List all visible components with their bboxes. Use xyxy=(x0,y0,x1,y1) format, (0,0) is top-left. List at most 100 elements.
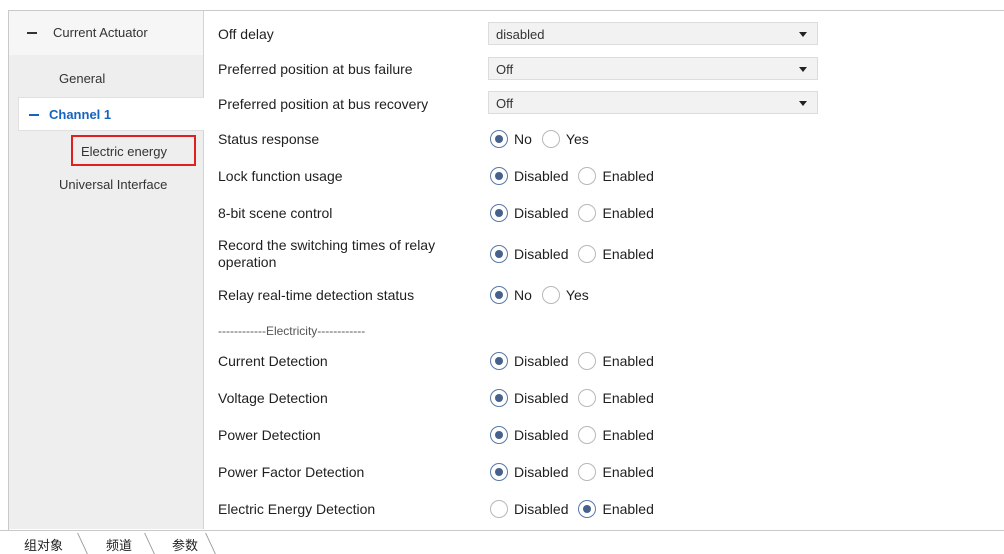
radio-button[interactable] xyxy=(490,204,508,222)
radio-label: Enabled xyxy=(602,427,654,443)
status-response-radio-group: No Yes xyxy=(490,130,599,150)
tree-item-current-actuator[interactable]: Current Actuator xyxy=(9,11,203,55)
relay-detection-radio-group: No Yes xyxy=(490,286,599,306)
radio-button[interactable] xyxy=(578,167,597,185)
radio-button[interactable] xyxy=(490,500,508,518)
radio-option-enabled[interactable]: Enabled xyxy=(578,204,654,222)
bus-failure-select[interactable]: Off xyxy=(488,57,818,80)
radio-option-disabled[interactable]: Disabled xyxy=(490,500,568,518)
tree-item-general[interactable]: General xyxy=(59,71,105,86)
collapse-icon[interactable] xyxy=(27,32,37,34)
radio-button[interactable] xyxy=(541,130,560,148)
radio-button[interactable] xyxy=(578,245,597,263)
chevron-down-icon xyxy=(799,32,807,37)
radio-label: Disabled xyxy=(514,246,569,262)
bottom-tab-bar: 组对象 频道 参数 xyxy=(0,530,1004,554)
radio-label: No xyxy=(514,287,532,303)
radio-label: Disabled xyxy=(514,353,569,369)
radio-button[interactable] xyxy=(490,389,508,407)
radio-option-enabled[interactable]: Enabled xyxy=(578,426,654,444)
radio-button[interactable] xyxy=(490,130,508,148)
record-switching-label: Record the switching times of relay oper… xyxy=(218,237,436,270)
tree-item-label: Electric energy xyxy=(81,144,167,159)
bus-failure-label: Preferred position at bus failure xyxy=(218,61,413,77)
radio-label: Enabled xyxy=(602,168,654,184)
radio-option-disabled[interactable]: Disabled xyxy=(490,204,568,222)
radio-label: Yes xyxy=(565,131,589,147)
electricity-separator: ------------Electricity------------ xyxy=(218,324,366,338)
chevron-down-icon xyxy=(799,67,807,72)
radio-button[interactable] xyxy=(541,286,560,304)
voltage-detection-radio-group: Disabled Enabled xyxy=(490,389,664,409)
power-detection-radio-group: Disabled Enabled xyxy=(490,426,664,446)
radio-button[interactable] xyxy=(490,426,508,444)
tab-divider xyxy=(77,533,88,554)
off-delay-select[interactable]: disabled xyxy=(488,22,818,45)
select-value: Off xyxy=(496,62,514,77)
radio-label: Yes xyxy=(565,287,589,303)
radio-label: Enabled xyxy=(602,246,654,262)
radio-option-no[interactable]: No xyxy=(490,130,532,148)
radio-option-yes[interactable]: Yes xyxy=(541,130,589,148)
radio-option-disabled[interactable]: Disabled xyxy=(490,426,568,444)
sidebar-tree: Current Actuator General Channel 1 Elect… xyxy=(9,11,204,529)
radio-button[interactable] xyxy=(490,245,508,263)
radio-label: Enabled xyxy=(602,390,654,406)
tree-item-channel-1[interactable]: Channel 1 xyxy=(18,97,204,131)
radio-button[interactable] xyxy=(490,167,508,185)
voltage-detection-label: Voltage Detection xyxy=(218,390,328,406)
radio-option-no[interactable]: No xyxy=(490,286,532,304)
tab-channels[interactable]: 频道 xyxy=(106,535,132,554)
radio-label: Enabled xyxy=(602,464,654,480)
tab-group-objects[interactable]: 组对象 xyxy=(24,535,63,554)
radio-option-disabled[interactable]: Disabled xyxy=(490,389,568,407)
radio-button[interactable] xyxy=(578,389,597,407)
radio-option-yes[interactable]: Yes xyxy=(541,286,589,304)
radio-button[interactable] xyxy=(490,286,508,304)
radio-option-enabled[interactable]: Enabled xyxy=(578,463,654,481)
radio-option-enabled[interactable]: Enabled xyxy=(578,389,654,407)
radio-option-enabled[interactable]: Enabled xyxy=(578,352,654,370)
energy-detection-radio-group: Disabled Enabled xyxy=(490,500,664,520)
relay-detection-label: Relay real-time detection status xyxy=(218,287,415,303)
radio-option-disabled[interactable]: Disabled xyxy=(490,167,568,185)
radio-label: Disabled xyxy=(514,464,569,480)
radio-label: Disabled xyxy=(514,501,569,517)
radio-option-enabled[interactable]: Enabled xyxy=(578,245,654,263)
tree-item-electric-energy[interactable]: Electric energy xyxy=(71,135,196,166)
status-response-label: Status response xyxy=(218,131,320,147)
bus-recovery-select[interactable]: Off xyxy=(488,91,818,114)
radio-label: Enabled xyxy=(602,501,654,517)
tab-parameters[interactable]: 参数 xyxy=(172,535,198,554)
power-factor-detection-radio-group: Disabled Enabled xyxy=(490,463,664,483)
radio-label: Disabled xyxy=(514,205,569,221)
radio-label: Disabled xyxy=(514,427,569,443)
scene-control-label: 8-bit scene control xyxy=(218,205,333,221)
radio-label: Disabled xyxy=(514,168,569,184)
radio-option-disabled[interactable]: Disabled xyxy=(490,245,568,263)
tab-divider xyxy=(205,533,216,554)
radio-button[interactable] xyxy=(578,500,597,518)
current-detection-radio-group: Disabled Enabled xyxy=(490,352,664,372)
tab-divider xyxy=(144,533,155,554)
radio-button[interactable] xyxy=(578,426,597,444)
tree-item-universal-interface[interactable]: Universal Interface xyxy=(59,177,167,192)
lock-function-radio-group: Disabled Enabled xyxy=(490,167,664,187)
radio-button[interactable] xyxy=(490,352,508,370)
radio-label: Enabled xyxy=(602,205,654,221)
radio-option-enabled[interactable]: Enabled xyxy=(578,167,654,185)
power-factor-detection-label: Power Factor Detection xyxy=(218,464,365,480)
chevron-down-icon xyxy=(799,101,807,106)
radio-button[interactable] xyxy=(578,204,597,222)
tree-item-label: Current Actuator xyxy=(53,25,148,40)
radio-label: Enabled xyxy=(602,353,654,369)
radio-button[interactable] xyxy=(490,463,508,481)
radio-option-disabled[interactable]: Disabled xyxy=(490,352,568,370)
radio-button[interactable] xyxy=(578,463,597,481)
select-value: disabled xyxy=(496,27,545,42)
collapse-icon[interactable] xyxy=(29,114,39,116)
radio-button[interactable] xyxy=(578,352,597,370)
radio-option-enabled[interactable]: Enabled xyxy=(578,500,654,518)
power-detection-label: Power Detection xyxy=(218,427,321,443)
radio-option-disabled[interactable]: Disabled xyxy=(490,463,568,481)
